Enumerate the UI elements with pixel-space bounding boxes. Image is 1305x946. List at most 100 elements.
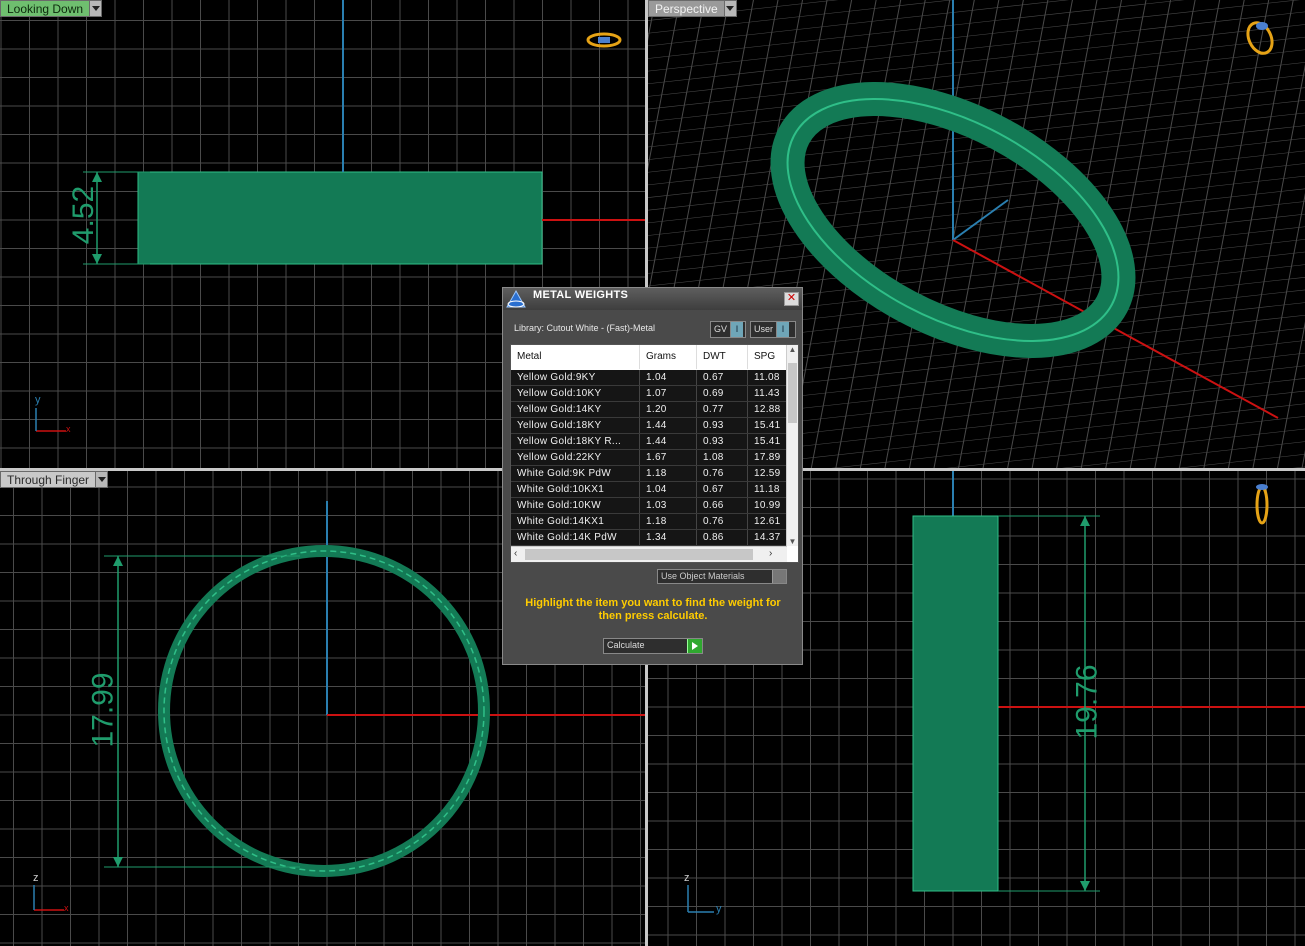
- vertical-scrollbar[interactable]: ▲ ▼: [786, 345, 798, 546]
- grid-line: [1050, 0, 1257, 468]
- dim-arrow-top: [113, 556, 123, 566]
- scrollbar-thumb[interactable]: [525, 549, 753, 560]
- dimension-height-label: 19.76: [1070, 664, 1104, 740]
- column-header-dwt[interactable]: DWT: [697, 345, 748, 369]
- cell-spg: 12.88: [748, 402, 787, 417]
- instruction-text: Highlight the item you want to find the …: [525, 597, 781, 622]
- scroll-left-icon[interactable]: ‹: [514, 548, 517, 559]
- cell-metal: Yellow Gold:18KY R...: [511, 434, 640, 449]
- cell-spg: 11.18: [748, 482, 787, 497]
- scroll-right-icon[interactable]: ›: [769, 548, 772, 559]
- viewport-label-text: Perspective: [648, 0, 725, 17]
- table-row[interactable]: White Gold:9K PdW 1.18 0.76 12.59: [511, 466, 787, 482]
- play-icon[interactable]: [687, 639, 702, 653]
- table-row[interactable]: Yellow Gold:18KY 1.44 0.93 15.41: [511, 418, 787, 434]
- cell-dwt: 0.67: [697, 370, 748, 385]
- cell-metal: Yellow Gold:10KY: [511, 386, 640, 401]
- chevron-down-icon[interactable]: [90, 0, 103, 17]
- grid-line: [648, 0, 1305, 7]
- table-row[interactable]: White Gold:14KX1 1.18 0.76 12.61: [511, 514, 787, 530]
- cell-dwt: 0.77: [697, 402, 748, 417]
- table-body: Yellow Gold:9KY 1.04 0.67 11.08 Yellow Gold:…: [511, 370, 787, 546]
- table-row[interactable]: Yellow Gold:14KY 1.20 0.77 12.88: [511, 402, 787, 418]
- scrollbar-thumb[interactable]: [788, 363, 797, 423]
- viewport-label-through-finger[interactable]: Through Finger: [0, 471, 109, 488]
- table-row[interactable]: Yellow Gold:22KY 1.67 1.08 17.89: [511, 450, 787, 466]
- toggle-switch-icon[interactable]: I: [776, 322, 790, 337]
- cell-metal: Yellow Gold:22KY: [511, 450, 640, 465]
- chevron-down-icon[interactable]: [96, 471, 109, 488]
- cell-metal: Yellow Gold:9KY: [511, 370, 640, 385]
- calculate-label: Calculate: [607, 640, 645, 650]
- viewport-label-text: Through Finger: [0, 471, 97, 488]
- cell-dwt: 0.93: [697, 418, 748, 433]
- table-row[interactable]: White Gold:10KW 1.03 0.66 10.99: [511, 498, 787, 514]
- cell-grams: 1.44: [640, 418, 697, 433]
- grid-line: [648, 0, 1305, 187]
- ring-icon: [1255, 484, 1269, 525]
- cell-grams: 1.44: [640, 434, 697, 449]
- cell-spg: 15.41: [748, 434, 787, 449]
- table-row[interactable]: White Gold:14K PdW 1.34 0.86 14.37: [511, 530, 787, 546]
- grid-line: [648, 60, 1305, 291]
- grid-line: [648, 0, 1305, 58]
- grid-line: [874, 0, 1082, 468]
- axis-label-z: z: [33, 872, 39, 884]
- table-row[interactable]: Yellow Gold:9KY 1.04 0.67 11.08: [511, 370, 787, 386]
- cell-grams: 1.03: [640, 498, 697, 513]
- dialog-title-bar[interactable]: METAL WEIGHTS ✕: [503, 288, 802, 310]
- viewport-label-perspective[interactable]: Perspective: [648, 0, 737, 17]
- metal-weights-dialog[interactable]: METAL WEIGHTS ✕ Library: Cutout White - …: [502, 287, 803, 665]
- viewport-label-looking-down[interactable]: Looking Down: [0, 0, 103, 17]
- table-row[interactable]: Yellow Gold:18KY R... 1.44 0.93 15.41: [511, 434, 787, 450]
- cell-spg: 14.37: [748, 530, 787, 545]
- metal-weights-table[interactable]: Metal Grams DWT SPG Yellow Gold:9KY 1.04 0…: [510, 344, 799, 563]
- scroll-down-icon[interactable]: ▼: [787, 537, 798, 546]
- band-side-view: [912, 515, 999, 892]
- column-header-spg[interactable]: SPG: [748, 345, 787, 369]
- gv-toggle-label: GV: [714, 324, 728, 334]
- table-row[interactable]: White Gold:10KX1 1.04 0.67 11.18: [511, 482, 787, 498]
- grid-line: [648, 0, 1305, 32]
- column-header-metal[interactable]: Metal: [511, 345, 640, 369]
- dim-arrow-bottom: [92, 254, 102, 264]
- toggle-switch-icon[interactable]: I: [730, 322, 744, 337]
- cell-spg: 17.89: [748, 450, 787, 465]
- grid-line: [1100, 0, 1305, 468]
- column-header-grams[interactable]: Grams: [640, 345, 697, 369]
- horizontal-scrollbar[interactable]: ‹ ›: [511, 546, 787, 562]
- cell-metal: White Gold:9K PdW: [511, 466, 640, 481]
- cell-spg: 12.61: [748, 514, 787, 529]
- calculate-button[interactable]: Calculate: [603, 638, 703, 654]
- grid-line: [1250, 0, 1305, 468]
- band-front-view: [137, 171, 543, 265]
- ring-icon: [586, 32, 622, 48]
- close-icon[interactable]: ✕: [784, 292, 799, 306]
- app-logo-icon: [506, 289, 526, 308]
- cell-grams: 1.34: [640, 530, 697, 545]
- use-object-materials-checkbox[interactable]: Use Object Materials: [657, 569, 787, 584]
- grid-line: [648, 0, 1305, 200]
- table-header: Metal Grams DWT SPG: [511, 345, 787, 369]
- table-row[interactable]: Yellow Gold:10KY 1.07 0.69 11.43: [511, 386, 787, 402]
- cell-metal: White Gold:10KX1: [511, 482, 640, 497]
- grid-line: [648, 0, 1305, 110]
- ring-icon: [1246, 21, 1274, 55]
- cell-dwt: 0.76: [697, 514, 748, 529]
- grid-line: [648, 0, 1305, 123]
- axis-label-y: y: [716, 903, 722, 915]
- user-toggle[interactable]: User I: [750, 321, 796, 338]
- cell-metal: Yellow Gold:14KY: [511, 402, 640, 417]
- cell-dwt: 0.66: [697, 498, 748, 513]
- cell-dwt: 0.67: [697, 482, 748, 497]
- gv-toggle[interactable]: GV I: [710, 321, 746, 338]
- cell-spg: 15.41: [748, 418, 787, 433]
- scroll-up-icon[interactable]: ▲: [787, 345, 798, 354]
- grid-line: [648, 0, 1305, 174]
- checkbox-icon[interactable]: [772, 570, 786, 583]
- axis-label-x: x: [64, 903, 69, 913]
- axis-y-line: [952, 199, 1009, 241]
- axis-label-x: x: [66, 424, 71, 434]
- chevron-down-icon[interactable]: [724, 0, 737, 17]
- use-object-materials-label: Use Object Materials: [661, 571, 745, 581]
